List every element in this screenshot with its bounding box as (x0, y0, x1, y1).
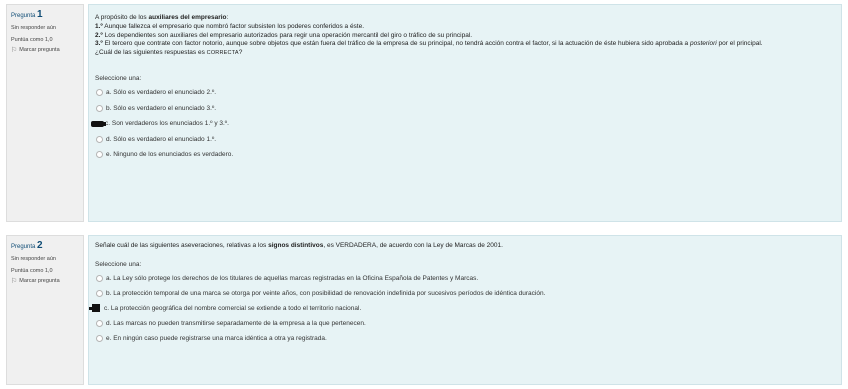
answer-label: d. Sólo es verdadero el enunciado 1.º. (106, 135, 217, 143)
answer-option-e[interactable]: e. En ningún caso puede registrarse una … (95, 331, 835, 346)
answer-option-a[interactable]: a. La Ley sólo protege los derechos de l… (95, 271, 835, 286)
question-number-value: 1 (37, 9, 43, 20)
intro-bold: auxiliares del empresario (148, 14, 227, 21)
answer-list: a. Sólo es verdadero el enunciado 2.º. b… (91, 85, 835, 163)
question-ask: ¿Cuál de las siguientes respuestas es (95, 49, 207, 57)
question-text-bold: signos distintivos (268, 242, 324, 249)
question-text-start: Señale cuál de las siguientes aseveracio… (95, 242, 269, 249)
answer-label: b. Sólo es verdadero el enunciado 3.º. (106, 104, 217, 112)
radio-button[interactable] (96, 274, 103, 282)
question-status: Sin responder aún (11, 256, 56, 262)
flag-question-label: Marcar pregunta (19, 278, 60, 284)
radio-button[interactable] (96, 151, 103, 159)
answer-label: b. La protección temporal de una marca s… (106, 289, 546, 297)
answer-label: e. Ninguno de los enunciados es verdader… (106, 151, 234, 159)
question-info: Pregunta 1 Sin responder aún Puntúa como… (6, 4, 84, 222)
mouse-pointer-icon (89, 304, 100, 313)
question-status: Sin responder aún (11, 25, 56, 31)
question-content: Señale cuál de las siguientes aseveracio… (88, 235, 842, 385)
answer-option-c[interactable]: c. La protección geográfica del nombre c… (89, 301, 835, 316)
answer-option-a[interactable]: a. Sólo es verdadero el enunciado 2.º. (95, 85, 835, 101)
radio-button[interactable] (96, 289, 103, 297)
question-text: Señale cuál de las siguientes aseveracio… (95, 242, 835, 251)
select-prompt: Seleccione una: (95, 260, 142, 268)
flag-question-link[interactable]: ⚐ Marcar pregunta (11, 278, 79, 285)
flag-question-link[interactable]: ⚐ Marcar pregunta (11, 47, 79, 54)
question-content: A propósito de los auxiliares del empres… (88, 4, 842, 222)
radio-button[interactable] (96, 334, 103, 342)
question-points: Puntúa como 1,0 (11, 268, 53, 274)
answer-label: c. La protección geográfica del nombre c… (104, 304, 362, 312)
answer-label: e. En ningún caso puede registrarse una … (106, 334, 327, 342)
select-prompt: Seleccione una: (95, 74, 142, 82)
answer-label: a. La Ley sólo protege los derechos de l… (106, 274, 479, 282)
question-number-prefix: Pregunta (11, 244, 36, 250)
answer-label: c. Son verdaderos los enunciados 1.º y 3… (105, 120, 229, 128)
question-number: Pregunta 1 (11, 10, 79, 21)
answer-option-d[interactable]: d. Las marcas no pueden transmitirse sep… (95, 316, 835, 331)
answer-list: a. La Ley sólo protege los derechos de l… (89, 271, 835, 346)
question-points: Puntúa como 1,0 (11, 37, 53, 43)
question-number-value: 2 (37, 240, 43, 251)
answer-option-b[interactable]: b. Sólo es verdadero el enunciado 3.º. (95, 100, 835, 116)
answer-option-c[interactable]: c. Son verdaderos los enunciados 1.º y 3… (91, 116, 835, 132)
answer-option-b[interactable]: b. La protección temporal de una marca s… (95, 286, 835, 301)
question-ask-end: ? (238, 49, 243, 57)
intro-text: A propósito de los (95, 14, 149, 21)
radio-button[interactable] (96, 104, 103, 112)
flag-question-label: Marcar pregunta (19, 47, 60, 53)
mouse-pointer-icon (91, 120, 106, 127)
answer-option-e[interactable]: e. Ninguno de los enunciados es verdader… (95, 147, 835, 163)
question-number-prefix: Pregunta (11, 13, 36, 19)
statement-2-number: 2.º (95, 31, 103, 39)
statement-3: El tercero que contrate con factor notor… (102, 40, 690, 48)
answer-label: a. Sólo es verdadero el enunciado 2.º. (106, 89, 217, 97)
radio-button[interactable] (96, 319, 103, 327)
answer-option-d[interactable]: d. Sólo es verdadero el enunciado 1.º. (95, 131, 835, 147)
question-number: Pregunta 2 (11, 241, 79, 252)
statement-3-end: por el principal. (716, 40, 763, 48)
question-2: Pregunta 2 Sin responder aún Puntúa como… (6, 235, 842, 385)
flag-icon: ⚐ (11, 278, 18, 285)
question-info: Pregunta 2 Sin responder aún Puntúa como… (6, 235, 84, 385)
radio-button[interactable] (96, 89, 103, 97)
statement-1: Aunque fallezca el empresario que nombró… (102, 22, 365, 30)
question-ask-caps: CORRECTA (206, 50, 239, 57)
statement-1-number: 1.º (95, 22, 103, 30)
question-text-end: , es VERDADERA, de acuerdo con la Ley de… (323, 242, 503, 249)
statement-3-italic: posteriori (689, 40, 717, 48)
question-1: Pregunta 1 Sin responder aún Puntúa como… (6, 4, 842, 222)
answer-label: d. Las marcas no pueden transmitirse sep… (106, 319, 366, 327)
statement-2: Los dependientes son auxiliares del empr… (102, 31, 473, 39)
question-text: A propósito de los auxiliares del empres… (95, 14, 835, 58)
intro-end: : (226, 14, 229, 21)
flag-icon: ⚐ (11, 47, 18, 54)
radio-button[interactable] (96, 135, 103, 143)
statement-3-number: 3.º (95, 40, 103, 48)
